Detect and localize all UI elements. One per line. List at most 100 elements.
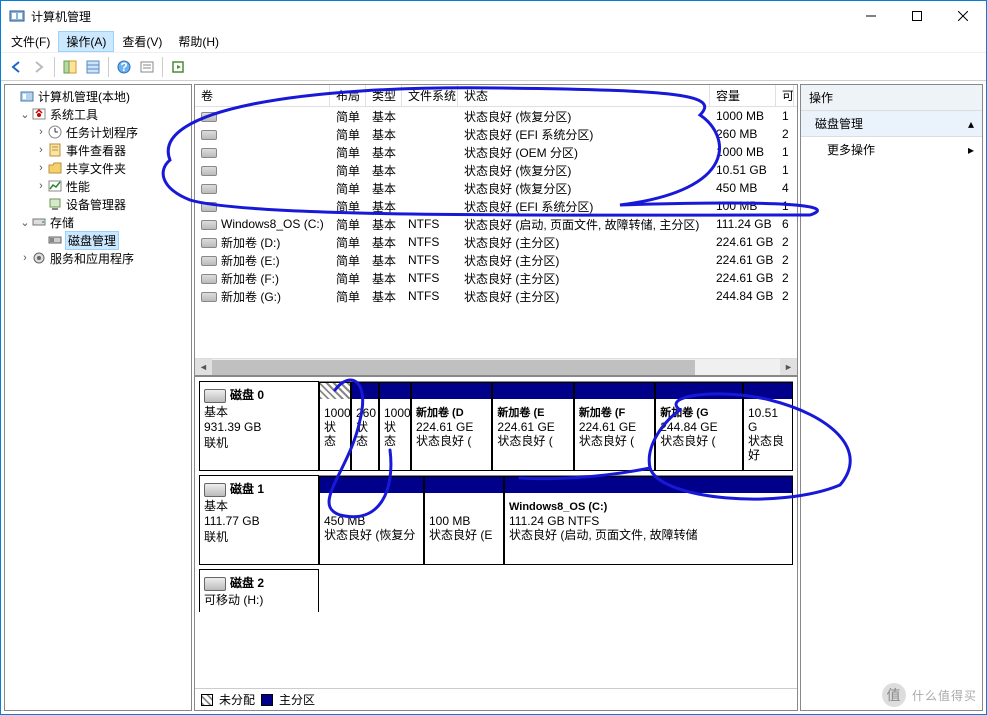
volume-icon: [201, 292, 217, 302]
disk-row-2[interactable]: 磁盘 2 可移动 (H:): [199, 569, 793, 612]
forward-button[interactable]: [28, 56, 50, 78]
scroll-right-icon[interactable]: ►: [780, 359, 797, 376]
col-free[interactable]: 可: [776, 85, 794, 106]
tree-root[interactable]: 计算机管理(本地): [7, 87, 189, 105]
disk-row-0[interactable]: 磁盘 0 基本 931.39 GB 联机 1000状态 260状态 1000状态…: [199, 381, 793, 471]
tree-device-manager[interactable]: 设备管理器: [7, 195, 189, 213]
body: 计算机管理(本地) ⌄系统工具 ›任务计划程序 ›事件查看器 ›共享文件夹 ›性…: [1, 81, 986, 714]
disk-icon: [204, 577, 226, 591]
table-row[interactable]: 简单基本状态良好 (恢复分区)1000 MB1: [195, 107, 797, 125]
col-type[interactable]: 类型: [366, 85, 402, 106]
tree-services[interactable]: ›服务和应用程序: [7, 249, 189, 267]
legend-label-unallocated: 未分配: [219, 691, 255, 708]
actions-more[interactable]: 更多操作 ▸: [801, 137, 982, 162]
tree-performance[interactable]: ›性能: [7, 177, 189, 195]
table-row[interactable]: 新加卷 (E:)简单基本NTFS状态良好 (主分区)224.61 GB2: [195, 251, 797, 269]
disk-icon: [204, 483, 226, 497]
toolbar-view1[interactable]: [59, 56, 81, 78]
menu-help[interactable]: 帮助(H): [170, 31, 227, 52]
volume-icon: [201, 184, 217, 194]
app-window: 计算机管理 文件(F) 操作(A) 查看(V) 帮助(H) ? 计算机管理(本地…: [0, 0, 987, 715]
col-status[interactable]: 状态: [458, 85, 710, 106]
partition[interactable]: 新加卷 (E224.61 GE状态良好 (: [492, 382, 573, 471]
svg-text:?: ?: [120, 60, 127, 74]
disk-1-partitions: 450 MB状态良好 (恢复分 100 MB状态良好 (E Windows8_O…: [319, 475, 793, 565]
disk-row-1[interactable]: 磁盘 1 基本 111.77 GB 联机 450 MB状态良好 (恢复分 100…: [199, 475, 793, 565]
col-volume[interactable]: 卷: [195, 85, 330, 106]
table-row[interactable]: 简单基本状态良好 (恢复分区)450 MB4: [195, 179, 797, 197]
table-row[interactable]: Windows8_OS (C:)简单基本NTFS状态良好 (启动, 页面文件, …: [195, 215, 797, 233]
table-row[interactable]: 简单基本状态良好 (EFI 系统分区)260 MB2: [195, 125, 797, 143]
volume-icon: [201, 130, 217, 140]
tree-shared-folders[interactable]: ›共享文件夹: [7, 159, 189, 177]
volume-icon: [201, 256, 217, 266]
partition[interactable]: 260状态: [351, 382, 379, 471]
table-row[interactable]: 简单基本状态良好 (EFI 系统分区)100 MB1: [195, 197, 797, 215]
tree-storage[interactable]: ⌄存储: [7, 213, 189, 231]
minimize-button[interactable]: [848, 1, 894, 31]
collapse-icon: ▴: [968, 117, 974, 131]
disk-icon: [204, 389, 226, 403]
volume-table: 卷 布局 类型 文件系统 状态 容量 可 简单基本状态良好 (恢复分区)1000…: [195, 85, 797, 375]
partition[interactable]: 100 MB状态良好 (E: [424, 476, 504, 565]
table-row[interactable]: 新加卷 (F:)简单基本NTFS状态良好 (主分区)224.61 GB2: [195, 269, 797, 287]
toolbar-settings[interactable]: [136, 56, 158, 78]
close-button[interactable]: [940, 1, 986, 31]
disk-graphic-pane: 磁盘 0 基本 931.39 GB 联机 1000状态 260状态 1000状态…: [195, 375, 797, 688]
menu-action[interactable]: 操作(A): [58, 31, 114, 52]
nav-tree[interactable]: 计算机管理(本地) ⌄系统工具 ›任务计划程序 ›事件查看器 ›共享文件夹 ›性…: [4, 84, 192, 711]
volume-icon: [201, 112, 217, 122]
col-layout[interactable]: 布局: [330, 85, 366, 106]
menu-file[interactable]: 文件(F): [3, 31, 58, 52]
volume-icon: [201, 220, 217, 230]
actions-pane: 操作 磁盘管理 ▴ 更多操作 ▸: [800, 84, 983, 711]
title-bar: 计算机管理: [1, 1, 986, 31]
disk-0-partitions: 1000状态 260状态 1000状态 新加卷 (D224.61 GE状态良好 …: [319, 381, 793, 471]
table-row[interactable]: 简单基本状态良好 (恢复分区)10.51 GB1: [195, 161, 797, 179]
maximize-button[interactable]: [894, 1, 940, 31]
volume-icon: [201, 238, 217, 248]
toolbar: ?: [1, 53, 986, 81]
table-row[interactable]: 简单基本状态良好 (OEM 分区)1000 MB1: [195, 143, 797, 161]
toolbar-view2[interactable]: [82, 56, 104, 78]
volume-icon: [201, 274, 217, 284]
partition[interactable]: 新加卷 (D224.61 GE状态良好 (: [411, 382, 492, 471]
table-header: 卷 布局 类型 文件系统 状态 容量 可: [195, 85, 797, 107]
col-filesystem[interactable]: 文件系统: [402, 85, 458, 106]
help-button[interactable]: ?: [113, 56, 135, 78]
window-title: 计算机管理: [31, 8, 848, 25]
partition[interactable]: 1000状态: [319, 382, 351, 471]
partition[interactable]: 新加卷 (G244.84 GE状态良好 (: [655, 382, 743, 471]
legend-label-primary: 主分区: [279, 691, 315, 708]
menu-bar: 文件(F) 操作(A) 查看(V) 帮助(H): [1, 31, 986, 53]
disk-1-info: 磁盘 1 基本 111.77 GB 联机: [199, 475, 319, 565]
refresh-button[interactable]: [167, 56, 189, 78]
table-row[interactable]: 新加卷 (D:)简单基本NTFS状态良好 (主分区)224.61 GB2: [195, 233, 797, 251]
actions-group-diskmgmt[interactable]: 磁盘管理 ▴: [801, 111, 982, 137]
tree-task-scheduler[interactable]: ›任务计划程序: [7, 123, 189, 141]
tree-event-viewer[interactable]: ›事件查看器: [7, 141, 189, 159]
table-row[interactable]: 新加卷 (G:)简单基本NTFS状态良好 (主分区)244.84 GB2: [195, 287, 797, 305]
h-scrollbar[interactable]: ◄ ►: [195, 358, 797, 375]
legend-swatch-primary: [261, 694, 273, 706]
partition[interactable]: 450 MB状态良好 (恢复分: [319, 476, 424, 565]
table-body: 简单基本状态良好 (恢复分区)1000 MB1简单基本状态良好 (EFI 系统分…: [195, 107, 797, 358]
back-button[interactable]: [5, 56, 27, 78]
volume-icon: [201, 148, 217, 158]
disk-2-info: 磁盘 2 可移动 (H:): [199, 569, 319, 612]
chevron-right-icon: ▸: [968, 143, 974, 157]
app-icon: [9, 8, 25, 24]
legend: 未分配 主分区: [195, 688, 797, 710]
tree-disk-management[interactable]: 磁盘管理: [7, 231, 189, 249]
tree-system-tools[interactable]: ⌄系统工具: [7, 105, 189, 123]
partition[interactable]: 1000状态: [379, 382, 411, 471]
partition[interactable]: 新加卷 (F224.61 GE状态良好 (: [574, 382, 655, 471]
partition[interactable]: 10.51 G状态良好: [743, 382, 793, 471]
col-capacity[interactable]: 容量: [710, 85, 776, 106]
actions-header: 操作: [801, 85, 982, 111]
menu-view[interactable]: 查看(V): [114, 31, 170, 52]
partition[interactable]: Windows8_OS (C:)111.24 GB NTFS状态良好 (启动, …: [504, 476, 793, 565]
volume-icon: [201, 166, 217, 176]
scroll-left-icon[interactable]: ◄: [195, 359, 212, 376]
disk-0-info: 磁盘 0 基本 931.39 GB 联机: [199, 381, 319, 471]
